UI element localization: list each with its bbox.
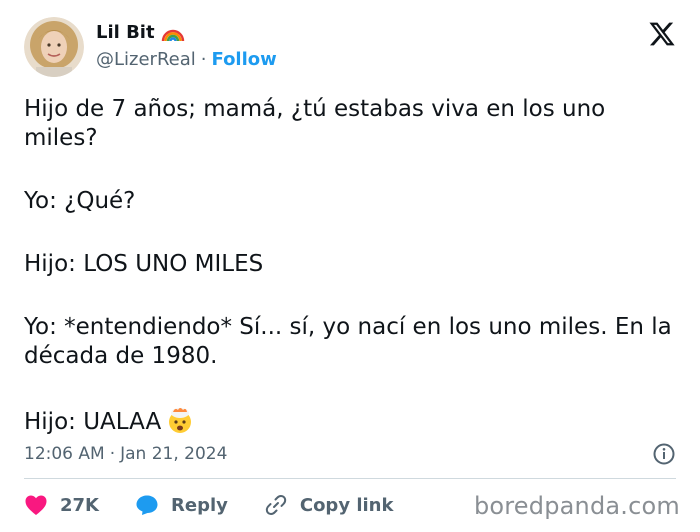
watermark: boredpanda.com xyxy=(473,492,680,520)
rainbow-icon xyxy=(161,23,185,43)
reply-label: Reply xyxy=(171,494,228,516)
tweet-line: Hijo: LOS UNO MILES xyxy=(24,251,264,277)
info-icon[interactable] xyxy=(652,442,676,471)
tweet-line: Yo: *entendiendo* Sí... sí, yo nací en l… xyxy=(24,314,672,369)
name-row: Lil Bit xyxy=(96,21,277,45)
like-button[interactable]: 27K xyxy=(24,494,99,516)
x-logo-icon[interactable] xyxy=(648,20,676,48)
heart-icon xyxy=(25,495,47,515)
like-count: 27K xyxy=(60,494,99,516)
tweet-card: Lil Bit @LizerReal · Follow Hijo de 7 año xyxy=(0,0,700,532)
exploding-head-emoji-icon xyxy=(165,405,195,443)
follow-button[interactable]: Follow xyxy=(212,49,277,70)
handle-separator: · xyxy=(200,49,207,70)
tweet-date[interactable]: Jan 21, 2024 xyxy=(120,444,227,464)
user-handle[interactable]: @LizerReal xyxy=(96,49,196,70)
tweet-line-last: Hijo: UALAA xyxy=(24,405,676,443)
meta-separator: · xyxy=(109,444,116,464)
tweet-line: Yo: ¿Qué? xyxy=(24,188,136,214)
copy-link-label: Copy link xyxy=(299,494,394,516)
reply-button[interactable]: Reply xyxy=(135,494,228,516)
user-info: Lil Bit @LizerReal · Follow xyxy=(96,21,277,73)
tweet-time[interactable]: 12:06 AM xyxy=(24,444,105,464)
divider xyxy=(24,478,676,479)
handle-row: @LizerReal · Follow xyxy=(96,47,277,73)
tweet-header: Lil Bit @LizerReal · Follow xyxy=(24,16,277,78)
tweet-text: Hijo de 7 años; mamá, ¿tú estabas viva e… xyxy=(24,95,676,443)
avatar[interactable] xyxy=(24,17,84,77)
reply-bubble-icon xyxy=(136,495,158,515)
tweet-meta: 12:06 AM · Jan 21, 2024 xyxy=(24,440,676,468)
copy-link-button[interactable]: Copy link xyxy=(264,493,394,517)
tweet-line: Hijo: UALAA xyxy=(24,409,162,435)
user-name[interactable]: Lil Bit xyxy=(96,21,155,45)
action-bar: 27K Reply Copy link xyxy=(24,490,429,520)
tweet-line: Hijo de 7 años; mamá, ¿tú estabas viva e… xyxy=(24,96,606,151)
link-icon xyxy=(265,495,287,515)
